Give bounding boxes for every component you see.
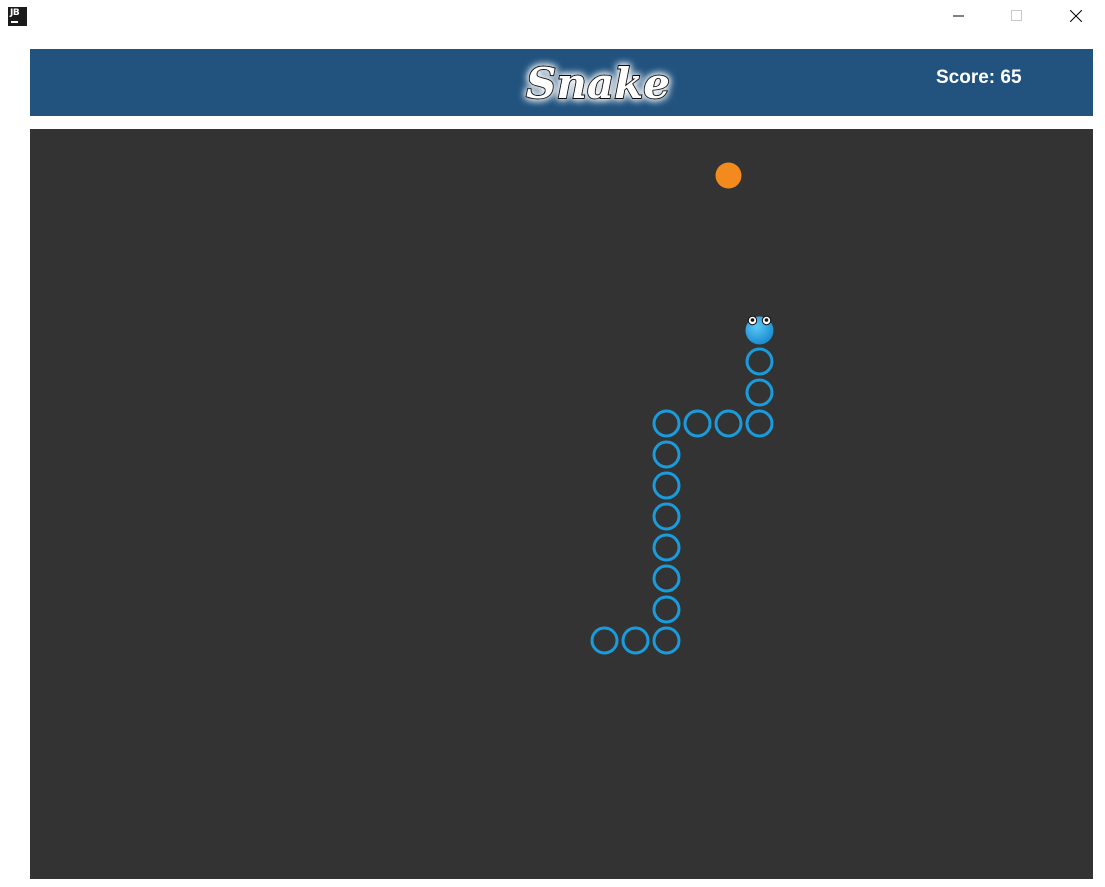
snake-body-segment bbox=[652, 502, 681, 531]
board-canvas bbox=[590, 162, 774, 655]
snake-body-segment bbox=[590, 626, 619, 655]
food-pellet bbox=[715, 162, 742, 189]
snake-body-segment bbox=[652, 409, 681, 438]
snake-body-segment bbox=[652, 440, 681, 469]
game-window: JB Snake Score: 65 bbox=[0, 0, 1105, 887]
snake-body-segment bbox=[652, 564, 681, 593]
snake-logo: Snake bbox=[525, 58, 671, 109]
maximize-icon bbox=[1011, 10, 1022, 21]
snake-body-segment bbox=[652, 533, 681, 562]
app-icon: JB bbox=[8, 7, 27, 26]
snake-body-segment bbox=[745, 347, 774, 376]
game-board[interactable] bbox=[30, 129, 1093, 879]
maximize-button[interactable] bbox=[994, 0, 1040, 32]
snake-body-segment bbox=[652, 595, 681, 624]
app-icon-bar bbox=[11, 21, 18, 23]
snake-body-segment bbox=[683, 409, 712, 438]
score-label: Score: 65 bbox=[936, 67, 1022, 88]
snake-body-segment bbox=[621, 626, 650, 655]
minimize-button[interactable] bbox=[936, 0, 982, 32]
logo-text: Snake bbox=[526, 59, 670, 108]
app-icon-text: JB bbox=[10, 8, 20, 18]
header-banner: Snake Score: 65 bbox=[30, 49, 1093, 116]
snake-body-segment bbox=[714, 409, 743, 438]
snake-pupil-right bbox=[764, 318, 769, 322]
close-icon bbox=[1070, 10, 1082, 22]
minimize-icon bbox=[953, 15, 964, 17]
snake-body-segment bbox=[745, 409, 774, 438]
snake-body-segment bbox=[652, 471, 681, 500]
snake-pupil-left bbox=[750, 318, 755, 322]
snake-body-segment bbox=[745, 378, 774, 407]
snake-body-segment bbox=[652, 626, 681, 655]
close-button[interactable] bbox=[1053, 0, 1099, 32]
